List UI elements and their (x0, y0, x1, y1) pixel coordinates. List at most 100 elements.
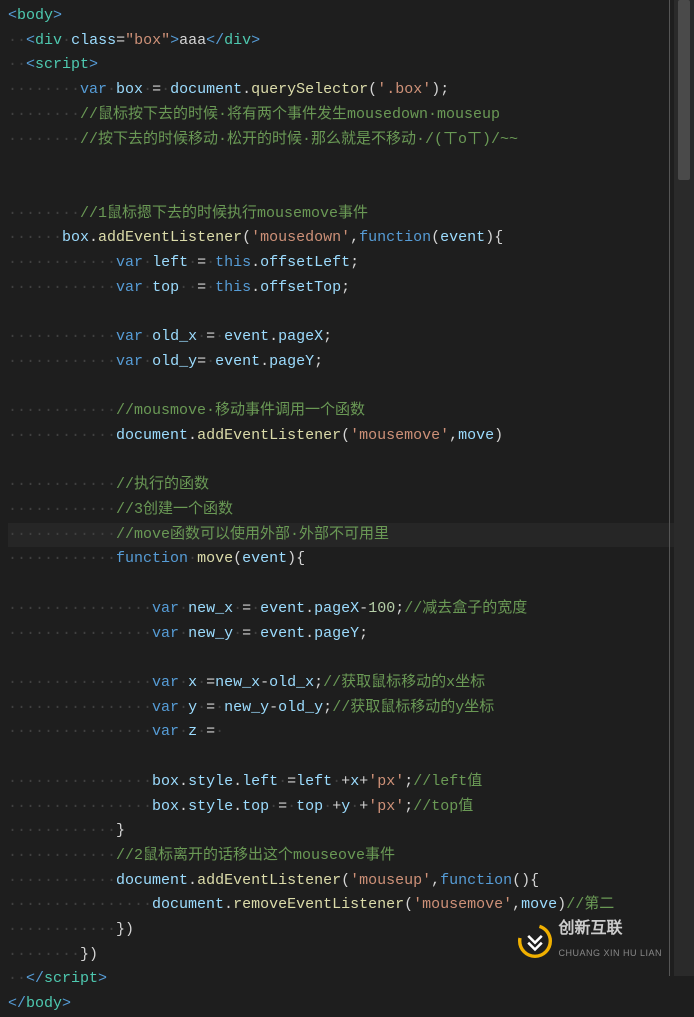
token-ws: · (188, 550, 197, 567)
code-line[interactable]: ················box.style.top·=·top·+y·+… (8, 795, 694, 820)
code-line[interactable]: <body> (8, 4, 694, 29)
token-var: y (188, 699, 197, 716)
code-line[interactable]: ············//move函数可以使用外部·外部不可用里 (8, 523, 694, 548)
code-line[interactable]: ············var·old_x·=·event.pageX; (8, 325, 694, 350)
token-punct: . (251, 254, 260, 271)
token-comment: //鼠标按下去的时候·将有两个事件发生mousedown·mouseup (80, 106, 500, 123)
token-op: = (197, 353, 206, 370)
token-var: y (341, 798, 350, 815)
token-var: new_y (188, 625, 233, 642)
code-line[interactable]: ········//鼠标按下去的时候·将有两个事件发生mousedown·mou… (8, 103, 694, 128)
code-line[interactable]: ············function·move(event){ (8, 547, 694, 572)
token-string: 'mousemove' (413, 896, 512, 913)
token-ws: ············ (8, 254, 116, 271)
code-line[interactable]: ················document.removeEventList… (8, 893, 694, 918)
token-punct: . (188, 427, 197, 444)
code-line[interactable]: ················var·y·=·new_y-old_y;//获取… (8, 696, 694, 721)
token-op: = (278, 798, 287, 815)
token-var: x (350, 773, 359, 790)
code-editor[interactable]: <body>··<div·class="box">aaa</div>··<scr… (0, 0, 694, 1017)
token-ws: ················ (8, 699, 152, 716)
code-line[interactable]: ··<div·class="box">aaa</div> (8, 29, 694, 54)
code-line[interactable]: ············//执行的函数 (8, 473, 694, 498)
token-var: old_y (278, 699, 323, 716)
token-ws: · (251, 600, 260, 617)
token-tag: < (26, 56, 35, 73)
token-ws: ············ (8, 501, 116, 518)
watermark-logo: 创新互联 CHUANG XIN HU LIAN (518, 917, 662, 966)
token-ws: · (179, 600, 188, 617)
token-punct: ; (323, 699, 332, 716)
code-line[interactable]: </body> (8, 992, 694, 1017)
token-op: = (206, 674, 215, 691)
code-line[interactable] (8, 375, 694, 400)
code-line[interactable]: ········//按下去的时候移动·松开的时候·那么就是不移动·/(ㄒoㄒ)/… (8, 128, 694, 153)
token-op: = (242, 600, 251, 617)
token-var: left (296, 773, 332, 790)
token-ws: · (179, 625, 188, 642)
token-ws: ·· (8, 56, 26, 73)
code-line[interactable] (8, 572, 694, 597)
token-punct: ( (404, 896, 413, 913)
code-line[interactable]: ········var·box·=·document.querySelector… (8, 78, 694, 103)
token-punct: . (89, 229, 98, 246)
token-ws: · (350, 798, 359, 815)
token-var: old_y (152, 353, 197, 370)
token-punct: ; (350, 254, 359, 271)
token-comment: //获取鼠标移动的x坐标 (323, 674, 485, 691)
token-this: this (215, 279, 251, 296)
token-comment: //按下去的时候移动·松开的时候·那么就是不移动·/(ㄒoㄒ)/~~ (80, 131, 518, 148)
code-line[interactable] (8, 745, 694, 770)
code-line[interactable]: ············var·left·=·this.offsetLeft; (8, 251, 694, 276)
code-line[interactable]: ················var·x·=new_x-old_x;//获取鼠… (8, 671, 694, 696)
token-var: move (521, 896, 557, 913)
token-punct: . (224, 896, 233, 913)
code-line[interactable]: ············} (8, 819, 694, 844)
code-line[interactable]: ············//2鼠标离开的话移出这个mouseove事件 (8, 844, 694, 869)
token-var: event (440, 229, 485, 246)
token-comment: //第二 (566, 896, 614, 913)
code-line[interactable]: ········//1鼠标摁下去的时候执行mousemove事件 (8, 202, 694, 227)
token-var: top (152, 279, 179, 296)
code-line[interactable]: ······box.addEventListener('mousedown',f… (8, 226, 694, 251)
token-func: addEventListener (98, 229, 242, 246)
token-ws: ········ (8, 81, 80, 98)
code-line[interactable]: ············document.addEventListener('m… (8, 869, 694, 894)
vertical-scrollbar[interactable] (674, 0, 694, 976)
token-comment: //减去盒子的宽度 (404, 600, 527, 617)
token-punct: ) (485, 229, 494, 246)
code-line[interactable]: ················var·z·=· (8, 720, 694, 745)
token-punct: . (251, 279, 260, 296)
code-line[interactable]: ················var·new_y·=·event.pageY; (8, 622, 694, 647)
code-line[interactable] (8, 646, 694, 671)
token-prop: pageX (314, 600, 359, 617)
token-punct: . (233, 798, 242, 815)
token-ws: · (215, 328, 224, 345)
token-ws: ················ (8, 625, 152, 642)
token-punct: . (260, 353, 269, 370)
token-tagname: div (35, 32, 62, 49)
code-line[interactable]: ··</script> (8, 967, 694, 992)
token-punct: ; (341, 279, 350, 296)
code-line[interactable]: ············//mousmove·移动事件调用一个函数 (8, 399, 694, 424)
code-line[interactable]: ················box.style.left·=left·+x+… (8, 770, 694, 795)
scrollbar-thumb[interactable] (678, 0, 690, 180)
code-line[interactable]: ············var·old_y=·event.pageY; (8, 350, 694, 375)
code-line[interactable]: ············var·top··=·this.offsetTop; (8, 276, 694, 301)
token-var: old_x (152, 328, 197, 345)
code-line[interactable] (8, 177, 694, 202)
code-line[interactable] (8, 300, 694, 325)
token-keyword: function (440, 872, 512, 889)
code-line[interactable]: ··<script> (8, 53, 694, 78)
token-prop: style (188, 798, 233, 815)
code-line[interactable] (8, 152, 694, 177)
code-line[interactable]: ················var·new_x·=·event.pageX-… (8, 597, 694, 622)
code-line[interactable] (8, 449, 694, 474)
token-attr: class (71, 32, 116, 49)
token-func: removeEventListener (233, 896, 404, 913)
code-line[interactable]: ············//3创建一个函数 (8, 498, 694, 523)
token-punct: . (179, 798, 188, 815)
token-punct: , (431, 872, 440, 889)
code-line[interactable]: ············document.addEventListener('m… (8, 424, 694, 449)
token-prop: style (188, 773, 233, 790)
